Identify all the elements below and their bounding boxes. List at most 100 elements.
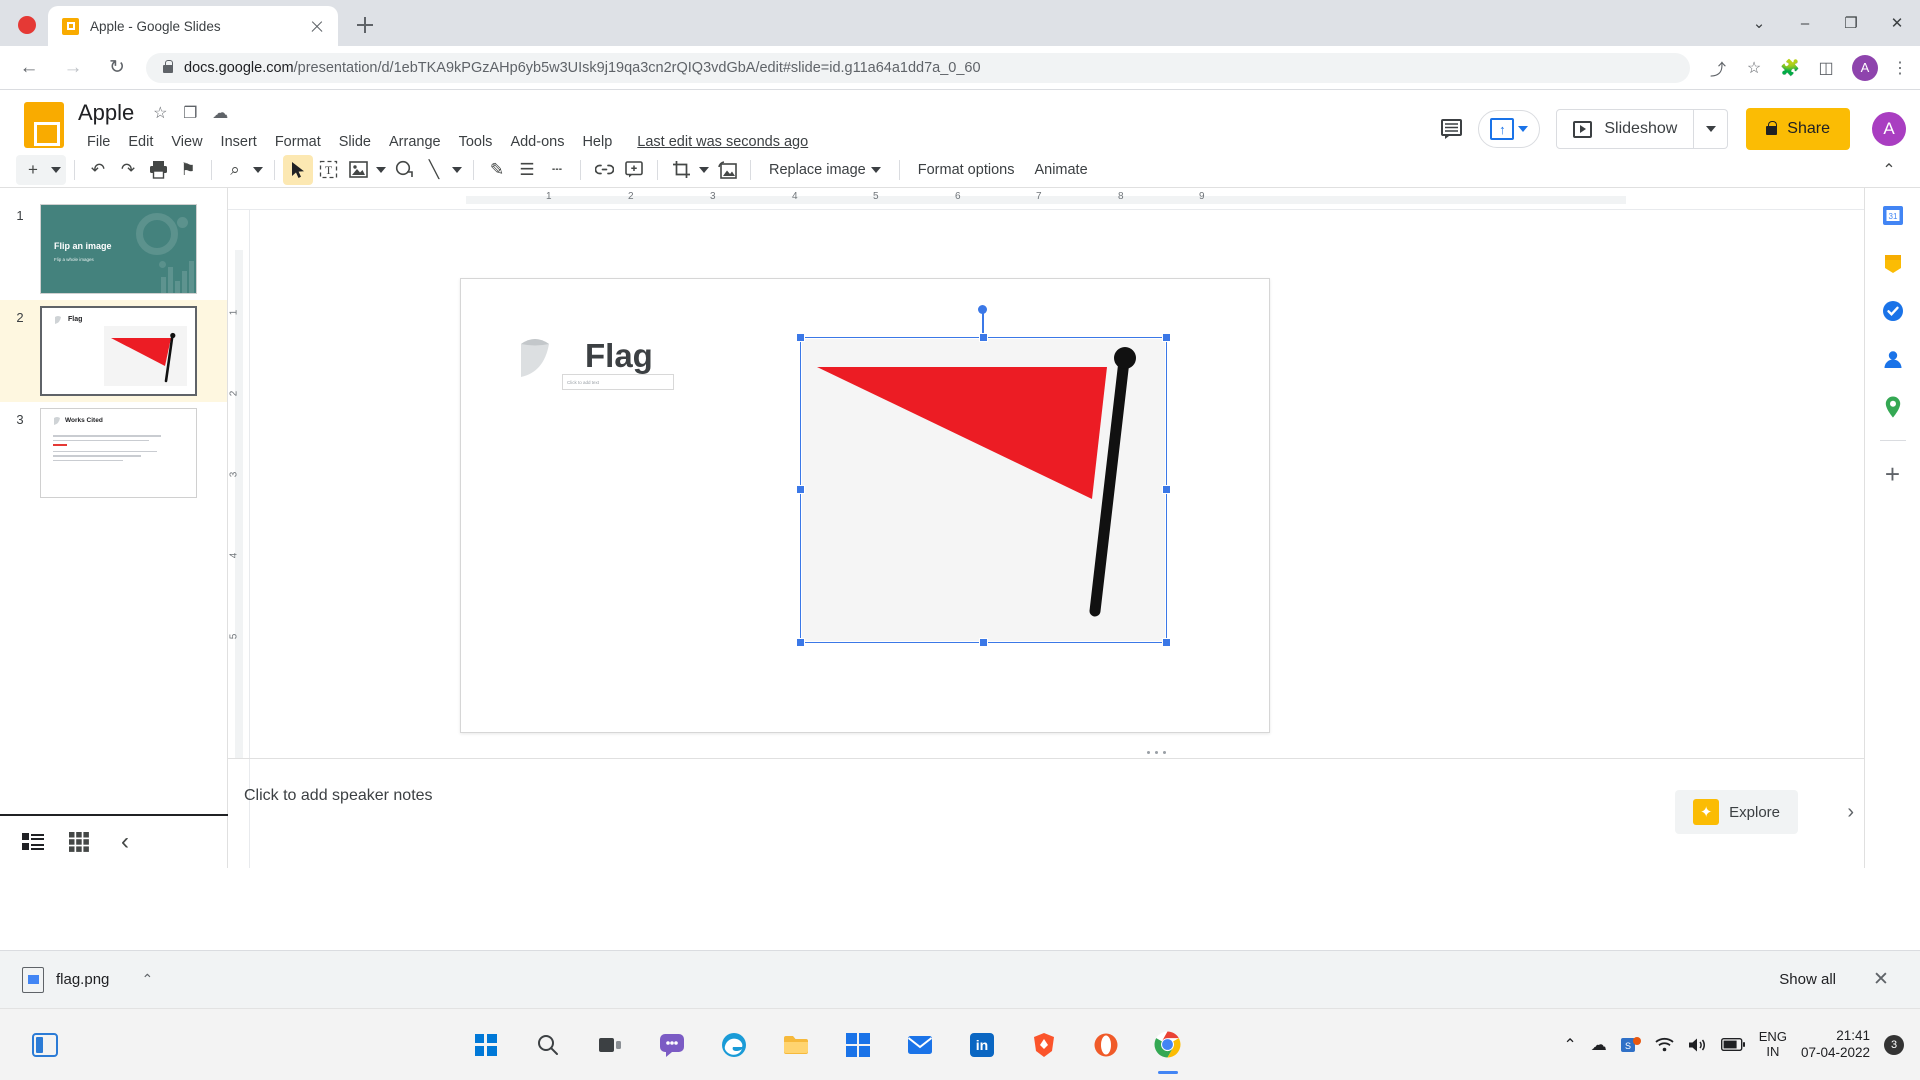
maximize-button[interactable]: ❐ xyxy=(1828,0,1874,46)
present-to-meeting-button[interactable]: ↑ xyxy=(1478,110,1540,148)
rotation-handle[interactable] xyxy=(978,305,987,314)
back-icon[interactable]: ← xyxy=(14,53,44,83)
paint-format-icon[interactable]: ⚑ xyxy=(173,155,203,185)
explore-button[interactable]: ✦ Explore xyxy=(1675,790,1798,834)
filmstrip-slide-1[interactable]: 1 Flip an image Flip a whole images xyxy=(0,198,227,300)
pen-icon[interactable]: ✎ xyxy=(482,155,512,185)
cloud-saved-icon[interactable]: ☁ xyxy=(208,101,232,125)
tray-chevron-up-icon[interactable]: ⌃ xyxy=(1563,1035,1576,1055)
address-bar[interactable]: docs.google.com/presentation/d/1ebTKA9kP… xyxy=(146,53,1690,83)
horizontal-ruler[interactable]: 1 2 3 4 5 6 7 8 9 xyxy=(228,188,1864,210)
replace-image-button[interactable]: Replace image xyxy=(759,157,891,183)
battery-icon[interactable] xyxy=(1721,1038,1745,1051)
contacts-icon[interactable] xyxy=(1878,344,1908,374)
chat-icon[interactable] xyxy=(650,1023,694,1067)
resize-handle-w[interactable] xyxy=(796,485,805,494)
line-icon[interactable]: ╲ xyxy=(419,155,449,185)
animate-button[interactable]: Animate xyxy=(1024,157,1097,183)
zoom-chevron-down-icon[interactable] xyxy=(250,155,266,185)
menu-addons[interactable]: Add-ons xyxy=(501,131,573,153)
collapse-toolbar-icon[interactable]: ⌃ xyxy=(1874,155,1904,185)
browser-profile-avatar[interactable]: A xyxy=(1852,55,1878,81)
slide-title-text[interactable]: Flag xyxy=(585,337,653,375)
shape-icon[interactable] xyxy=(389,155,419,185)
brave-icon[interactable] xyxy=(1022,1023,1066,1067)
resize-handle-s[interactable] xyxy=(979,638,988,647)
star-icon[interactable]: ☆ xyxy=(148,101,172,125)
edge-icon[interactable] xyxy=(712,1023,756,1067)
resize-handle-n[interactable] xyxy=(979,333,988,342)
line-weight-icon[interactable]: ☰ xyxy=(512,155,542,185)
menu-edit[interactable]: Edit xyxy=(119,131,162,153)
flag-image[interactable] xyxy=(802,339,1165,641)
side-panel-icon[interactable]: ◫ xyxy=(1810,52,1842,84)
slide-thumbnail-selected[interactable]: Flag xyxy=(40,306,197,396)
download-menu-chevron-icon[interactable]: ⌃ xyxy=(131,964,163,996)
present-chevron-down-icon[interactable] xyxy=(1518,126,1528,132)
menu-arrange[interactable]: Arrange xyxy=(380,131,450,153)
reload-icon[interactable]: ↻ xyxy=(102,53,132,83)
insert-link-icon[interactable] xyxy=(589,155,619,185)
download-item[interactable]: flag.png xyxy=(22,967,109,993)
linkedin-icon[interactable]: in xyxy=(960,1023,1004,1067)
current-slide[interactable]: Flag Click to add text xyxy=(460,278,1270,733)
slide-subtitle-placeholder[interactable]: Click to add text xyxy=(562,374,674,390)
speaker-notes-placeholder[interactable]: Click to add speaker notes xyxy=(244,787,1864,805)
tasks-icon[interactable] xyxy=(1878,296,1908,326)
resize-handle-sw[interactable] xyxy=(796,638,805,647)
filmstrip-slide-3[interactable]: 3 Works Cited xyxy=(0,402,227,504)
menu-tools[interactable]: Tools xyxy=(450,131,502,153)
format-options-button[interactable]: Format options xyxy=(908,157,1025,183)
calendar-icon[interactable]: 31 xyxy=(1878,200,1908,230)
slideshow-button[interactable]: Slideshow xyxy=(1556,109,1694,149)
text-box-icon[interactable]: T xyxy=(313,155,343,185)
slideshow-options-button[interactable] xyxy=(1694,109,1728,149)
insert-image-icon[interactable] xyxy=(343,155,373,185)
menu-file[interactable]: File xyxy=(78,131,119,153)
chrome-icon[interactable] xyxy=(1146,1023,1190,1067)
wifi-icon[interactable] xyxy=(1655,1037,1674,1052)
new-slide-group[interactable]: + xyxy=(16,155,66,185)
expand-panel-icon[interactable]: › xyxy=(1847,801,1854,824)
new-slide-chevron-down-icon[interactable] xyxy=(48,155,64,185)
browser-tab[interactable]: Apple - Google Slides xyxy=(48,6,338,46)
mask-image-icon[interactable] xyxy=(712,155,742,185)
share-button[interactable]: Share xyxy=(1746,108,1850,150)
redo-icon[interactable]: ↷ xyxy=(113,155,143,185)
resize-handle-se[interactable] xyxy=(1162,638,1171,647)
maps-icon[interactable] xyxy=(1878,392,1908,422)
new-slide-icon[interactable]: + xyxy=(18,155,48,185)
account-avatar[interactable]: A xyxy=(1872,112,1906,146)
mail-icon[interactable] xyxy=(898,1023,942,1067)
crop-icon[interactable] xyxy=(666,155,696,185)
forward-icon[interactable]: → xyxy=(58,53,88,83)
menu-view[interactable]: View xyxy=(162,131,211,153)
menu-slide[interactable]: Slide xyxy=(330,131,380,153)
menu-help[interactable]: Help xyxy=(573,131,621,153)
menu-format[interactable]: Format xyxy=(266,131,330,153)
clock[interactable]: 21:41 07-04-2022 xyxy=(1801,1028,1870,1060)
add-on-icon[interactable]: + xyxy=(1878,459,1908,489)
volume-icon[interactable] xyxy=(1688,1037,1707,1053)
widgets-icon[interactable] xyxy=(23,1023,67,1067)
document-title[interactable]: Apple xyxy=(78,100,134,126)
print-icon[interactable] xyxy=(143,155,173,185)
comment-icon[interactable] xyxy=(1432,109,1472,149)
opera-icon[interactable] xyxy=(1084,1023,1128,1067)
chrome-chevron-icon[interactable]: ⌄ xyxy=(1736,0,1782,46)
last-edit-status[interactable]: Last edit was seconds ago xyxy=(637,134,808,150)
zoom-icon[interactable]: ⌕ xyxy=(220,155,250,185)
notification-badge[interactable]: 3 xyxy=(1884,1035,1904,1055)
language-indicator[interactable]: ENG IN xyxy=(1759,1030,1787,1060)
line-dash-icon[interactable]: ┄ xyxy=(542,155,572,185)
filmstrip-view-icon[interactable] xyxy=(10,819,56,865)
move-to-folder-icon[interactable]: ❐ xyxy=(178,101,202,125)
bookmark-star-icon[interactable]: ☆ xyxy=(1738,52,1770,84)
image-chevron-down-icon[interactable] xyxy=(373,155,389,185)
tab-close-icon[interactable] xyxy=(306,15,328,37)
resize-handle-ne[interactable] xyxy=(1162,333,1171,342)
slide-thumbnail[interactable]: Works Cited xyxy=(40,408,197,498)
line-chevron-down-icon[interactable] xyxy=(449,155,465,185)
undo-icon[interactable]: ↶ xyxy=(83,155,113,185)
show-all-downloads-button[interactable]: Show all xyxy=(1765,963,1850,996)
